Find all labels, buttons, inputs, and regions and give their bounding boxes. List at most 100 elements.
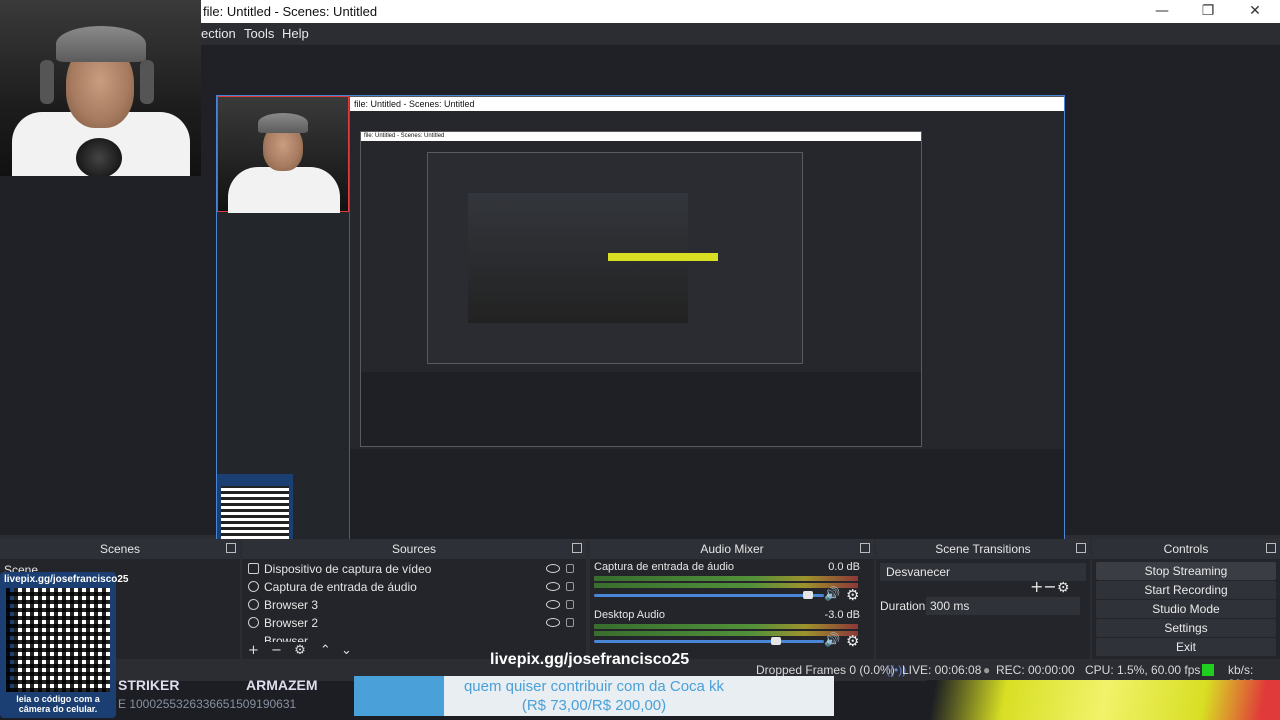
brand-armazem: ARMAZEM [246,677,318,693]
remove-icon[interactable]: − [1043,577,1056,596]
pix-code: E 1000255326336651509190631 [118,697,297,711]
channel-name: Desktop Audio [594,609,665,621]
maximize-icon[interactable]: ❐ [1193,2,1223,20]
rec-icon: ● [983,663,991,677]
webcam-feed [0,0,201,176]
visibility-eye-icon[interactable] [546,564,560,573]
add-icon[interactable]: + [248,643,259,658]
connection-indicator [1202,664,1214,676]
remove-icon[interactable]: − [271,643,282,658]
audio-mixer-dock: Audio Mixer Captura de entrada de áudio … [590,539,874,659]
qr-panel: livepix.gg/josefrancisco25 leia o código… [0,572,129,718]
rec-timer: REC: 00:00:00 [996,663,1075,677]
cpu-fps: CPU: 1.5%, 60.00 fps [1085,663,1201,677]
nested-stripe [608,253,718,261]
exit-button[interactable]: Exit [1096,638,1276,656]
gear-icon[interactable]: ⚙ [294,643,306,658]
decorative-stripe [888,680,1280,720]
channel-db: 0.0 dB [828,561,860,573]
transition-toolbar: +−⚙ [1030,577,1069,596]
nested-docks [361,372,921,446]
menu-help[interactable]: Help [282,26,309,41]
gear-icon[interactable]: ⚙ [846,586,859,604]
source-item[interactable]: Dispositivo de captura de vídeo [242,560,574,578]
source-item[interactable]: Browser 2 [242,614,574,632]
source-item[interactable]: Browser [242,632,572,642]
nested-preview-window: file: Untitled - Scenes: Untitled file: … [349,96,1064,571]
scene-transitions-title: Scene Transitions [876,539,1090,559]
visibility-eye-icon[interactable] [546,618,560,627]
headphone-right [140,60,154,104]
brand-striker: STRIKER [118,677,180,693]
nested-webcam [217,96,349,213]
qr-url: livepix.gg/josefrancisco25 [4,574,129,585]
nested-preview-window-3 [427,152,803,364]
duration-field[interactable]: 300 ms [926,597,1080,615]
volume-meter [594,576,858,581]
video-capture-icon [248,563,259,574]
nested-preview-window-2: file: Untitled - Scenes: Untitled [360,131,922,447]
move-up-icon[interactable]: ⌃ [320,643,331,658]
window-title: file: Untitled - Scenes: Untitled [203,4,378,19]
studio-mode-button[interactable]: Studio Mode [1096,600,1276,618]
speaker-icon[interactable]: 🔊 [824,587,840,602]
menu-tools[interactable]: Tools [244,26,274,41]
channel-db: -3.0 dB [824,609,860,621]
scene-transitions-dock: Scene Transitions Desvanecer +−⚙ Duratio… [876,539,1090,659]
globe-icon [248,617,259,628]
nested-title: file: Untitled - Scenes: Untitled [350,97,1064,111]
volume-meter [594,583,858,588]
volume-meter [594,624,858,629]
settings-button[interactable]: Settings [1096,619,1276,637]
controls-title: Controls [1092,539,1280,559]
speaker-muted-icon[interactable]: 🔊 [824,633,840,648]
start-recording-button[interactable]: Start Recording [1096,581,1276,599]
volume-slider-knob[interactable] [802,591,813,599]
lock-icon[interactable] [566,618,574,627]
undock-icon[interactable] [1076,543,1086,553]
volume-meter [594,631,858,636]
visibility-eye-icon[interactable] [546,600,560,609]
lock-icon[interactable] [566,582,574,591]
add-icon[interactable]: + [1030,577,1043,596]
undock-icon[interactable] [1266,543,1276,553]
lock-icon[interactable] [566,600,574,609]
contrib-amount: (R$ 73,00/R$ 200,00) [521,697,667,714]
stop-streaming-button[interactable]: Stop Streaming [1096,562,1276,580]
gear-icon[interactable]: ⚙ [846,632,859,650]
undock-icon[interactable] [572,543,582,553]
source-item[interactable]: Captura de entrada de áudio [242,578,574,596]
contribution-bar: quem quiser contribuir com da Coca kk (R… [354,676,834,716]
dropped-frames: Dropped Frames 0 (0.0%) [756,663,895,677]
contrib-message: quem quiser contribuir com da Coca kk [463,678,725,695]
qr-code [6,588,110,692]
microphone [76,138,122,176]
live-timer: LIVE: 00:06:08 [902,663,982,677]
volume-slider[interactable] [594,594,824,597]
move-down-icon[interactable]: ⌄ [341,643,352,658]
volume-slider-knob[interactable] [770,637,781,645]
duration-label: Duration [880,599,926,613]
headphone-left [40,60,54,104]
lock-icon[interactable] [566,564,574,573]
minimize-icon[interactable]: — [1147,2,1177,20]
menu-scene-collection[interactable]: ection [201,26,236,41]
preview-canvas[interactable]: file: Untitled - Scenes: Untitled file: … [216,95,1065,572]
dock-area: Scenes Scene Sources Dispositivo de capt… [0,539,1280,659]
controls-dock: Controls Stop Streaming Start Recording … [1092,539,1280,659]
scenes-title: Scenes [0,539,240,559]
livepix-url: livepix.gg/josefrancisco25 [490,651,690,668]
gear-icon[interactable]: ⚙ [1057,580,1070,596]
audio-mixer-title: Audio Mixer [590,539,874,559]
undock-icon[interactable] [226,543,236,553]
visibility-eye-icon[interactable] [546,582,560,591]
close-icon[interactable]: ✕ [1240,2,1270,20]
source-item[interactable]: Browser 3 [242,596,574,614]
undock-icon[interactable] [860,543,870,553]
globe-icon [248,599,259,610]
source-toolbar: + − ⚙ ⌃ ⌄ [248,643,352,658]
brand-strip: STRIKER ARMAZEM E 1000255326336651509190… [118,677,350,717]
nested-title-2: file: Untitled - Scenes: Untitled [361,132,921,141]
sources-dock: Sources Dispositivo de captura de vídeo … [242,539,586,659]
volume-slider[interactable] [594,640,824,643]
